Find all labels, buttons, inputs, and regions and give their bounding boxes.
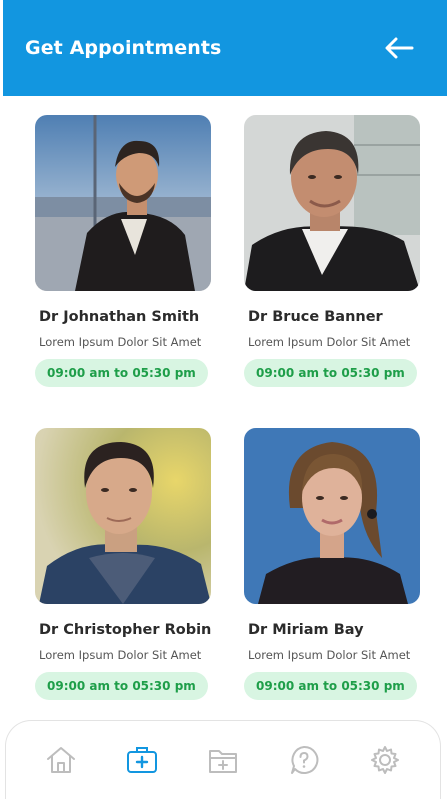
help-icon [291, 745, 319, 774]
doctor-description: Lorem Ipsum Dolor Sit Amet [39, 648, 202, 662]
doctor-description: Lorem Ipsum Dolor Sit Amet [248, 648, 411, 662]
arrow-left-icon [385, 37, 414, 59]
doctor-name: Dr Bruce Banner [248, 309, 383, 325]
working-hours-badge: 09:00 am to 05:30 pm [35, 359, 208, 387]
doctor-description: Lorem Ipsum Dolor Sit Amet [248, 335, 411, 349]
doctor-name: Dr Christopher Robin [39, 622, 212, 638]
doctor-card[interactable]: Dr Christopher Robin Lorem Ipsum Dolor S… [35, 428, 213, 700]
back-button[interactable] [383, 32, 415, 64]
folder-add-icon [208, 750, 237, 773]
working-hours-badge: 09:00 am to 05:30 pm [244, 672, 417, 700]
doctor-name: Dr Johnathan Smith [39, 309, 200, 325]
working-hours-badge: 09:00 am to 05:30 pm [244, 359, 417, 387]
doctor-photo [244, 115, 420, 291]
page-title: Get Appointments [25, 37, 222, 59]
settings-gear-icon [371, 746, 400, 774]
doctor-card[interactable]: Dr Miriam Bay Lorem Ipsum Dolor Sit Amet… [244, 428, 422, 700]
doctor-photo [244, 428, 420, 604]
home-icon [46, 747, 75, 773]
nav-help-button[interactable] [284, 740, 324, 780]
nav-appointments-button[interactable] [122, 740, 162, 780]
doctor-card[interactable]: Dr Johnathan Smith Lorem Ipsum Dolor Sit… [35, 115, 213, 387]
nav-home-button[interactable] [41, 740, 81, 780]
doctor-name: Dr Miriam Bay [248, 622, 364, 638]
bottom-navigation [5, 720, 441, 799]
doctor-card[interactable]: Dr Bruce Banner Lorem Ipsum Dolor Sit Am… [244, 115, 422, 387]
working-hours-badge: 09:00 am to 05:30 pm [35, 672, 208, 700]
doctor-description: Lorem Ipsum Dolor Sit Amet [39, 335, 202, 349]
medical-kit-icon [126, 747, 157, 773]
doctor-photo [35, 115, 211, 291]
nav-settings-button[interactable] [365, 740, 405, 780]
doctor-photo [35, 428, 211, 604]
app-header: Get Appointments [3, 0, 447, 96]
nav-records-button[interactable] [203, 740, 243, 780]
